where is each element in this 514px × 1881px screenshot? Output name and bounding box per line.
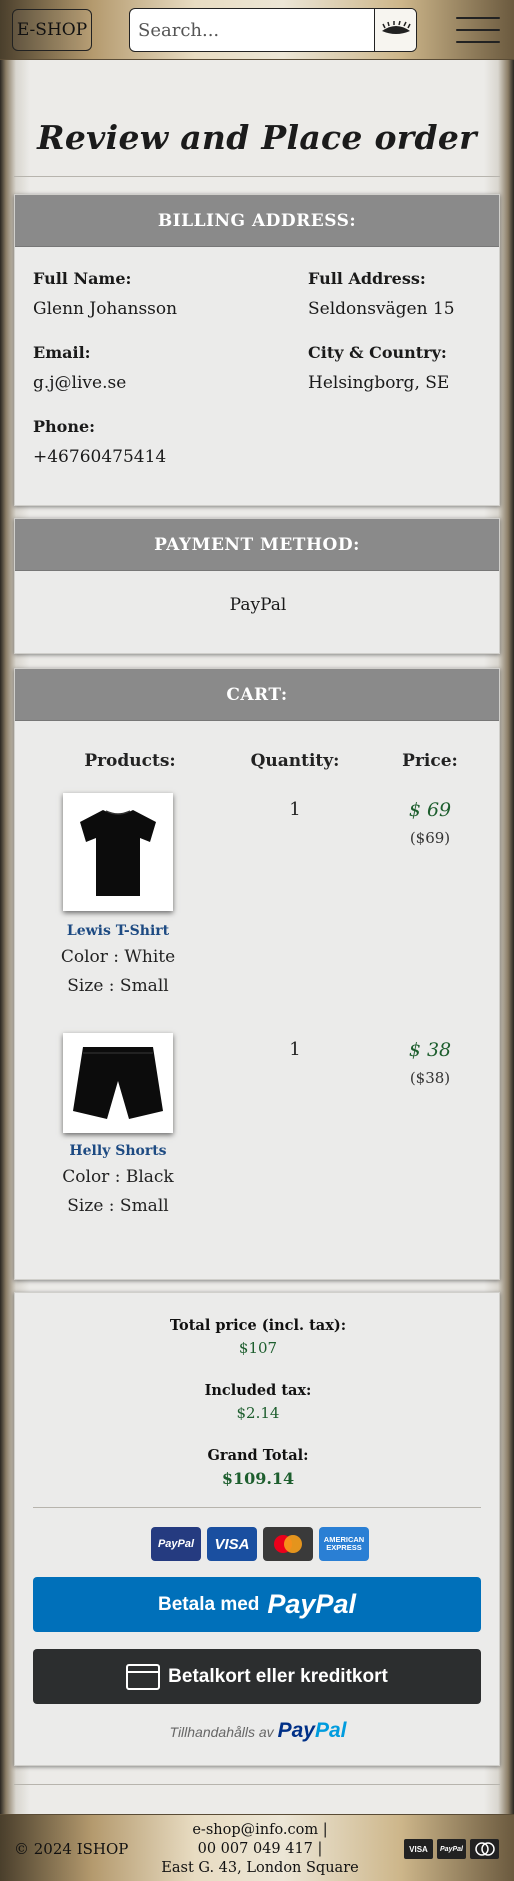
search-input[interactable] (130, 9, 374, 51)
products-column-header: Products: (84, 751, 176, 771)
footer-phone: 00 007 049 417 | (197, 1841, 323, 1857)
powered-brand-pay: Pay (277, 1719, 315, 1742)
visa-icon: VISA (404, 1839, 433, 1859)
shorts-product-image[interactable] (63, 1033, 173, 1133)
footer-contact: e-shop@info.com | 00 007 049 417 | East … (150, 1821, 370, 1878)
card-checkout-button[interactable]: Betalkort eller kreditkort (33, 1649, 481, 1704)
cart-card: CART: Products: Quantity: Price: Lewis T… (14, 668, 500, 1280)
powered-by-text: Tillhandahålls av (169, 1724, 274, 1740)
footer-payment-icons: VISA PayPal (404, 1839, 499, 1859)
paypal-checkout-button[interactable]: Betala med PayPal (33, 1577, 481, 1632)
product-link[interactable]: Lewis T-Shirt (35, 923, 201, 939)
search-bar (129, 8, 417, 52)
payment-heading: PAYMENT METHOD: (15, 519, 499, 571)
city-country-value: Helsingborg, SE (308, 373, 450, 393)
full-name-value: Glenn Johansson (33, 299, 178, 319)
cart-heading: CART: (15, 669, 499, 721)
top-header: E-SHOP (0, 0, 514, 60)
included-tax-label: Included tax: (204, 1382, 312, 1399)
search-button[interactable] (374, 9, 416, 51)
phone-value: +46760475414 (33, 447, 167, 467)
included-tax-value: $2.14 (236, 1404, 280, 1422)
product-quantity: 1 (289, 1039, 301, 1060)
menu-icon[interactable] (456, 17, 500, 43)
product-link[interactable]: Helly Shorts (35, 1143, 201, 1159)
product-price: $ 38 (408, 1039, 452, 1061)
footer-email[interactable]: e-shop@info.com | (150, 1821, 370, 1840)
visa-logo-icon: VISA (207, 1527, 257, 1561)
product-quantity: 1 (289, 799, 301, 820)
footer-address: East G. 43, London Square (161, 1860, 359, 1876)
grand-total-label: Grand Total: (207, 1447, 309, 1464)
price-column-header: Price: (402, 751, 458, 771)
payment-logos: PayPal VISA AMERICAN EXPRESS (151, 1527, 369, 1561)
order-summary-card: Total price (incl. tax): $107 Included t… (14, 1292, 500, 1766)
full-name-label: Full Name: (33, 269, 132, 288)
total-price-value: $107 (238, 1339, 278, 1357)
billing-address-card: BILLING ADDRESS: Full Name: Glenn Johans… (14, 194, 500, 506)
summary-divider (33, 1507, 481, 1508)
page-title: Review and Place order (37, 118, 477, 157)
product-price-detail: ($38) (409, 1069, 451, 1087)
email-label: Email: (33, 343, 91, 362)
tshirt-product-image[interactable] (63, 793, 173, 911)
site-logo[interactable]: E-SHOP (12, 9, 92, 51)
credit-card-icon (126, 1663, 161, 1690)
powered-by-paypal: Tillhandahålls av PayPal (15, 1719, 501, 1743)
product-price: $ 69 (408, 799, 452, 821)
full-address-value: Seldonsvägen 15 (308, 299, 455, 319)
shorts-icon (73, 1047, 163, 1119)
copyright-text: © 2024 ISHOP (14, 1840, 129, 1858)
quantity-column-header: Quantity: (250, 751, 340, 771)
full-address-label: Full Address: (308, 269, 426, 288)
paypal-icon: PayPal (437, 1839, 466, 1859)
payment-method-value: PayPal (229, 595, 287, 615)
powered-brand-pal: Pal (314, 1719, 347, 1742)
payment-method-card: PAYMENT METHOD: PayPal (14, 518, 500, 654)
tshirt-icon (80, 810, 156, 896)
footer-divider (14, 1784, 500, 1785)
product-color: Color : Black (62, 1167, 174, 1187)
email-value: g.j@live.se (33, 373, 127, 393)
title-divider (14, 176, 500, 177)
site-footer: © 2024 ISHOP e-shop@info.com | 00 007 04… (0, 1814, 514, 1881)
paypal-button-prefix: Betala med (158, 1593, 260, 1615)
phone-label: Phone: (33, 417, 96, 436)
product-color: Color : White (60, 947, 176, 967)
amex-logo-icon: AMERICAN EXPRESS (319, 1527, 369, 1561)
paypal-button-brand: PayPal (267, 1589, 356, 1619)
product-size: Size : Small (67, 976, 169, 996)
product-price-detail: ($69) (409, 829, 451, 847)
total-price-label: Total price (incl. tax): (169, 1317, 347, 1334)
eye-lash-icon (381, 20, 411, 34)
mastercard-icon (470, 1839, 499, 1859)
billing-heading: BILLING ADDRESS: (15, 195, 499, 247)
paypal-logo-icon: PayPal (151, 1527, 201, 1561)
city-country-label: City & Country: (308, 343, 447, 362)
card-button-label: Betalkort eller kreditkort (168, 1665, 388, 1687)
product-size: Size : Small (67, 1196, 169, 1216)
mastercard-logo-icon (263, 1527, 313, 1561)
grand-total-value: $109.14 (221, 1469, 295, 1488)
